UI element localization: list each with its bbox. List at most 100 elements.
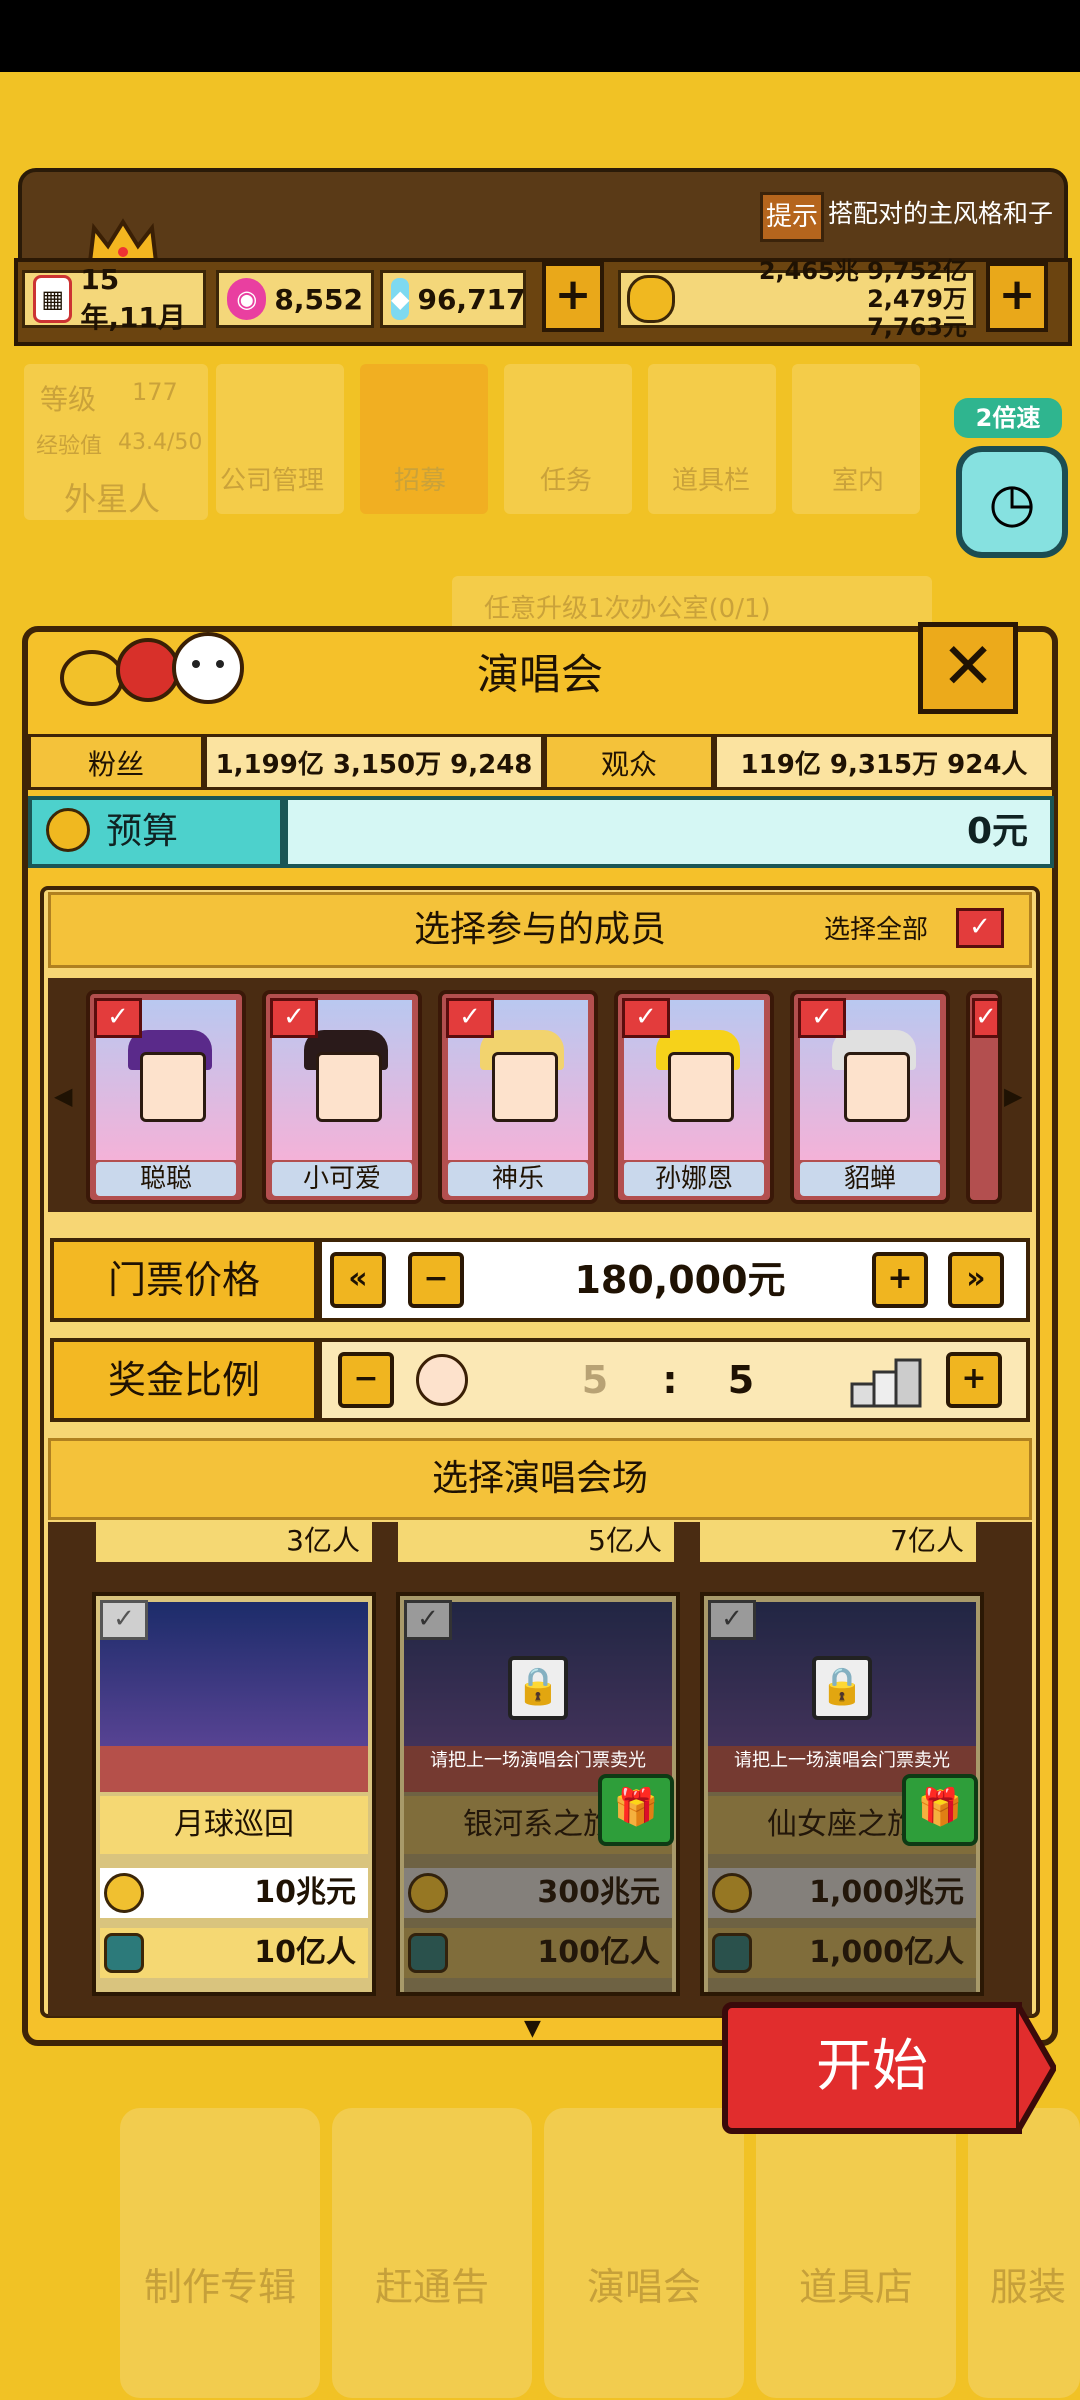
start-button-arrow (1016, 2002, 1056, 2134)
nav-concert-label: 演唱会 (586, 2265, 701, 2309)
venue-header: 选择演唱会场 (48, 1438, 1032, 1520)
venue-card-andromeda[interactable]: 仙女座之旅 1,000兆元 1,000亿人 ✓ 🔒 请把上一场演唱会门票卖光 🎁 (700, 1592, 984, 1996)
member-name: 聪聪 (96, 1162, 236, 1196)
member-checkbox[interactable]: ✓ (622, 998, 670, 1038)
member-checkbox[interactable]: ✓ (798, 998, 846, 1038)
date-pill: ▦ 15年,11月 (22, 263, 206, 334)
member-checkbox[interactable]: ✓ (94, 998, 142, 1038)
budget-label-box: 预算 (28, 796, 284, 868)
tab-items-label: 道具栏 (672, 466, 751, 496)
nav-item-shop[interactable] (756, 2108, 956, 2398)
lock-icon: 🔒 (812, 1656, 872, 1720)
member-checkbox[interactable]: ✓ (270, 998, 318, 1038)
speed-label: 2倍速 (954, 398, 1062, 438)
member-checkbox[interactable]: ✓ (972, 998, 998, 1038)
member-card[interactable]: ✓ 聪聪 (86, 990, 246, 1204)
speed-clock-button[interactable]: ◷ (956, 446, 1068, 558)
nav-produce-album[interactable] (120, 2108, 320, 2398)
ticket-price-label: 门票价格 (50, 1238, 318, 1322)
member-face (316, 1052, 382, 1122)
start-button[interactable]: 开始 (722, 2002, 1022, 2134)
gem-pill: ◉ 8,552 (216, 270, 374, 328)
bonus-left-value: 5 (581, 1358, 609, 1402)
dialog-title: 演唱会 (476, 650, 603, 699)
member-card[interactable]: ✓ 孙娜恩 (614, 990, 774, 1204)
nav-costume-label: 服装 (990, 2265, 1067, 2309)
member-card[interactable]: ✓ 小可爱 (262, 990, 422, 1204)
gift-icon[interactable]: 🎁 (598, 1774, 674, 1846)
bonus-separator: : (662, 1358, 678, 1402)
bonus-decrease-button[interactable]: − (338, 1352, 394, 1408)
lock-note: 请把上一场演唱会门票卖光 (734, 1750, 950, 1771)
fans-value: 1,199亿 3,150万 9,248人 (204, 734, 544, 836)
nav-item-shop-label: 道具店 (798, 2265, 913, 2309)
venue-prev-people: 7亿人 (700, 1520, 976, 1562)
venue-card-galaxy[interactable]: 银河系之旅 300兆元 100亿人 ✓ 🔒 请把上一场演唱会门票卖光 🎁 (396, 1592, 680, 1996)
venue-card-moon[interactable]: ✓ 月球巡回 10兆元 10亿人 (92, 1592, 376, 1996)
status-bar (0, 0, 1080, 72)
lucky-cat-icon (60, 632, 244, 706)
nav-produce-album-label: 制作专辑 (143, 2265, 296, 2309)
money-line-2: 7,763元 (867, 313, 967, 341)
venue-prev-people: 3亿人 (96, 1520, 372, 1562)
audience-value: 119亿 9,315万 924人 (714, 734, 1054, 790)
member-card-partial[interactable]: ✓ (966, 990, 1002, 1204)
nav-schedule[interactable] (332, 2108, 532, 2398)
diamond-icon: ◆ (391, 278, 410, 320)
member-card[interactable]: ✓ 貂蝉 (790, 990, 950, 1204)
close-button[interactable]: ✕ (918, 622, 1018, 714)
ticket-price-value: 180,000元 (574, 1258, 786, 1302)
audience-label: 观众 (544, 734, 714, 790)
bonus-increase-button[interactable]: + (946, 1352, 1002, 1408)
coin-icon (104, 1873, 144, 1913)
pink-gem-icon: ◉ (227, 278, 267, 320)
lock-icon: 🔒 (508, 1656, 568, 1720)
hint-badge[interactable]: 提示 (760, 192, 824, 242)
add-diamond-button[interactable]: + (542, 262, 604, 332)
tab-recruit-label: 招募 (394, 466, 447, 496)
add-money-button[interactable]: + (986, 262, 1048, 332)
member-checkbox[interactable]: ✓ (446, 998, 494, 1038)
tab-interior-label: 室内 (832, 466, 885, 496)
venue-checkbox[interactable]: ✓ (708, 1600, 756, 1640)
coin-icon (627, 275, 675, 323)
member-card[interactable]: ✓ 神乐 (438, 990, 598, 1204)
coin-icon (46, 808, 90, 852)
scroll-right-icon[interactable]: ▶ (1004, 1082, 1022, 1110)
member-name: 小可爱 (272, 1162, 412, 1196)
nav-concert[interactable] (544, 2108, 744, 2398)
ticket-increase-button[interactable]: + (872, 1252, 928, 1308)
clock-icon: ◷ (988, 470, 1036, 534)
member-name: 神乐 (448, 1162, 588, 1196)
diamond-count: 96,717 (417, 282, 526, 316)
gift-icon[interactable]: 🎁 (902, 1774, 978, 1846)
venue-checkbox[interactable]: ✓ (404, 1600, 452, 1640)
budget-label: 预算 (106, 811, 179, 852)
venue-stage (100, 1746, 368, 1792)
calendar-icon: ▦ (33, 275, 73, 323)
bonus-right-value: 5 (727, 1358, 755, 1402)
level-value: 177 (132, 378, 178, 406)
member-name: 貂蝉 (800, 1162, 940, 1196)
select-all-label: 选择全部 (824, 915, 929, 945)
tab-company-label: 公司管理 (220, 466, 325, 496)
select-all-checkbox[interactable]: ✓ (956, 908, 1004, 948)
scroll-down-icon[interactable]: ▼ (524, 2016, 541, 2041)
hint-text: 搭配对的主风格和子 (828, 199, 1054, 228)
fans-label: 粉丝 (28, 734, 204, 790)
venue-checkbox[interactable]: ✓ (100, 1600, 148, 1640)
ticket-decrease-button[interactable]: − (408, 1252, 464, 1308)
date-text: 15年,11月 (80, 262, 186, 334)
member-face (140, 1052, 206, 1122)
ticket-increase-fast-button[interactable]: » (948, 1252, 1004, 1308)
scroll-left-icon[interactable]: ◀ (54, 1082, 72, 1110)
ticket-decrease-fast-button[interactable]: « (330, 1252, 386, 1308)
person-icon (104, 1933, 144, 1973)
member-face-icon (416, 1354, 468, 1406)
money-pill: 2,465兆 9,752亿 2,479万 7,763元 (618, 257, 976, 341)
member-face (668, 1052, 734, 1122)
lock-note: 请把上一场演唱会门票卖光 (430, 1750, 646, 1771)
venue-prev-people: 5亿人 (398, 1520, 674, 1562)
venue-name: 月球巡回 (100, 1796, 368, 1854)
nav-costume[interactable] (968, 2108, 1080, 2398)
